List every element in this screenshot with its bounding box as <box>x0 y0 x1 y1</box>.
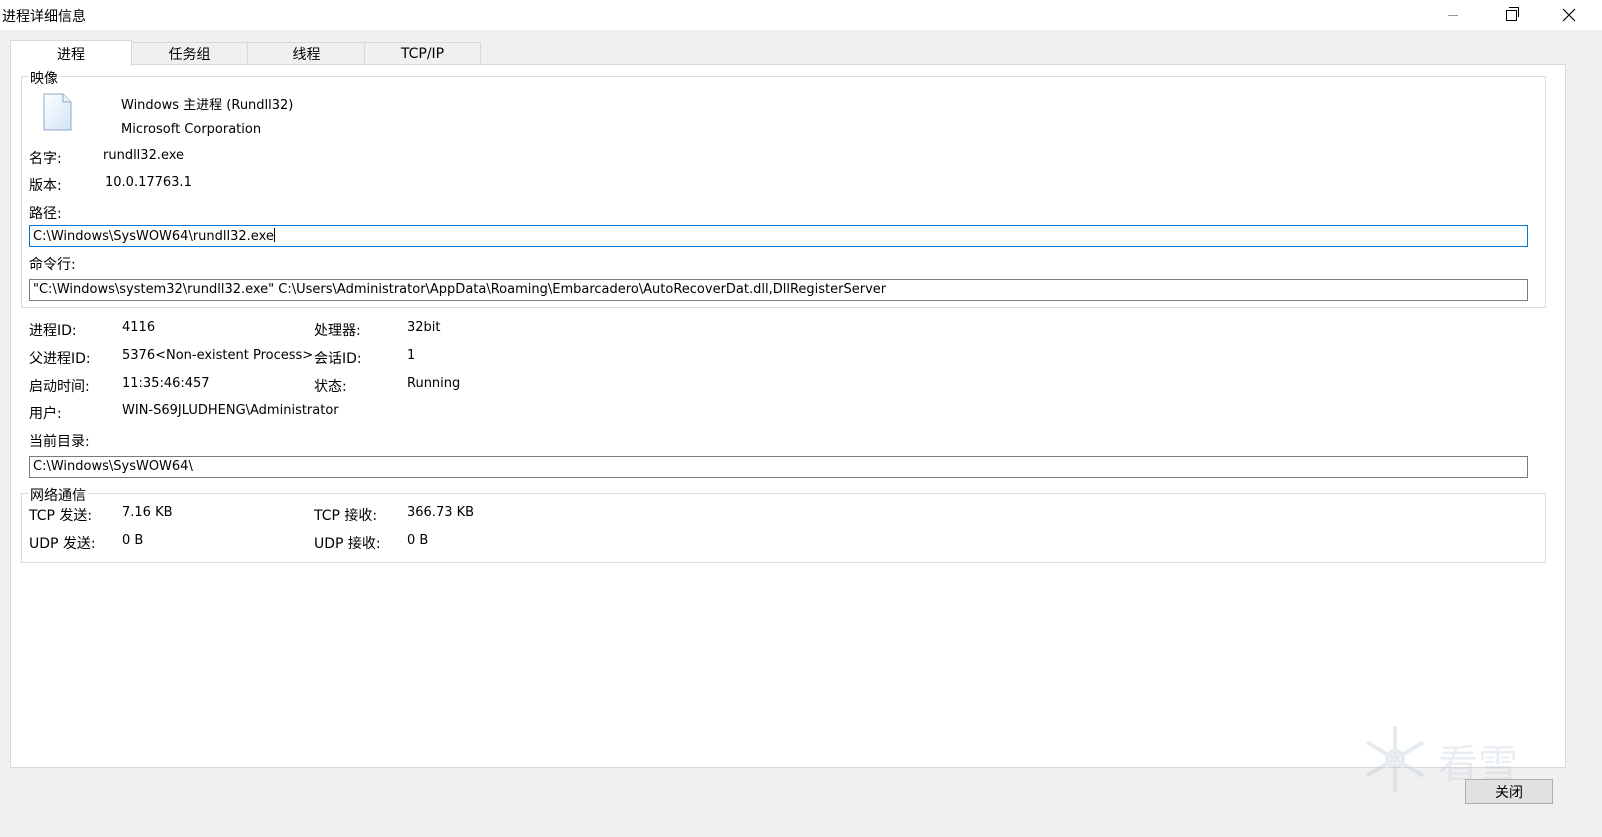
close-button[interactable]: 关闭 <box>1465 779 1553 804</box>
close-button-label: 关闭 <box>1495 784 1523 801</box>
cwd-label: 当前目录: <box>29 434 90 450</box>
image-description: Windows 主进程 (Rundll32) <box>121 98 294 113</box>
file-icon <box>43 93 72 131</box>
session-value: 1 <box>407 348 416 363</box>
cwd-field[interactable]: C:\Windows\SysWOW64\ <box>29 456 1528 478</box>
tab-process[interactable]: 进程 <box>10 40 132 66</box>
tcp-send-label: TCP 发送: <box>29 508 93 524</box>
cwd-field-text: C:\Windows\SysWOW64\ <box>33 459 193 474</box>
udp-send-value: 0 B <box>122 533 144 548</box>
network-group <box>21 493 1546 563</box>
restore-icon <box>1505 6 1519 21</box>
window-title: 进程详细信息 <box>2 9 86 25</box>
tab-label: 进程 <box>57 46 85 63</box>
version-value: 10.0.17763.1 <box>105 175 192 190</box>
path-label: 路径: <box>29 206 62 222</box>
minimize-button[interactable] <box>1430 0 1476 30</box>
tab-threads[interactable]: 线程 <box>247 42 366 65</box>
image-company: Microsoft Corporation <box>121 122 262 137</box>
tcp-send-value: 7.16 KB <box>122 505 173 520</box>
restore-button[interactable] <box>1488 0 1534 30</box>
start-time-label: 启动时间: <box>29 379 90 395</box>
title-bar: 进程详细信息 <box>0 0 1602 30</box>
cmdline-label: 命令行: <box>29 257 76 273</box>
cpu-label: 处理器: <box>314 323 361 339</box>
session-label: 会话ID: <box>314 351 362 367</box>
cpu-value: 32bit <box>407 320 441 335</box>
tab-task-group[interactable]: 任务组 <box>130 42 249 65</box>
version-label: 版本: <box>29 178 62 194</box>
udp-send-label: UDP 发送: <box>29 536 96 552</box>
cmdline-field-text: "C:\Windows\system32\rundll32.exe" C:\Us… <box>33 282 887 297</box>
close-window-button[interactable] <box>1546 0 1592 30</box>
tab-label: 线程 <box>292 47 321 63</box>
cmdline-field[interactable]: "C:\Windows\system32\rundll32.exe" C:\Us… <box>29 279 1528 301</box>
udp-recv-value: 0 B <box>407 533 429 548</box>
tab-label: TCP/IP <box>400 46 445 62</box>
udp-recv-label: UDP 接收: <box>314 536 381 552</box>
start-time-value: 11:35:46:457 <box>122 376 210 391</box>
user-label: 用户: <box>29 406 62 422</box>
tcp-recv-label: TCP 接收: <box>314 508 378 524</box>
path-field-text: C:\Windows\SysWOW64\rundll32.exe <box>33 229 274 244</box>
snowflake-icon <box>1366 726 1424 792</box>
name-value: rundll32.exe <box>103 148 185 163</box>
image-group-title: 映像 <box>29 68 59 88</box>
network-group-title: 网络通信 <box>29 485 87 505</box>
pid-label: 进程ID: <box>29 323 77 339</box>
pid-value: 4116 <box>122 320 156 335</box>
name-label: 名字: <box>29 151 62 167</box>
tcp-recv-value: 366.73 KB <box>407 505 475 520</box>
ppid-value: 5376<Non-existent Process> <box>122 348 314 363</box>
status-value: Running <box>407 376 461 391</box>
user-value: WIN-S69JLUDHENG\Administrator <box>122 403 339 418</box>
text-caret <box>273 228 275 242</box>
ppid-label: 父进程ID: <box>29 351 91 367</box>
close-icon <box>1562 8 1576 22</box>
path-field[interactable]: C:\Windows\SysWOW64\rundll32.exe <box>29 225 1528 247</box>
tab-tcpip[interactable]: TCP/IP <box>364 42 481 65</box>
status-label: 状态: <box>314 379 347 395</box>
minimize-icon <box>1448 14 1458 16</box>
tab-label: 任务组 <box>168 47 211 63</box>
